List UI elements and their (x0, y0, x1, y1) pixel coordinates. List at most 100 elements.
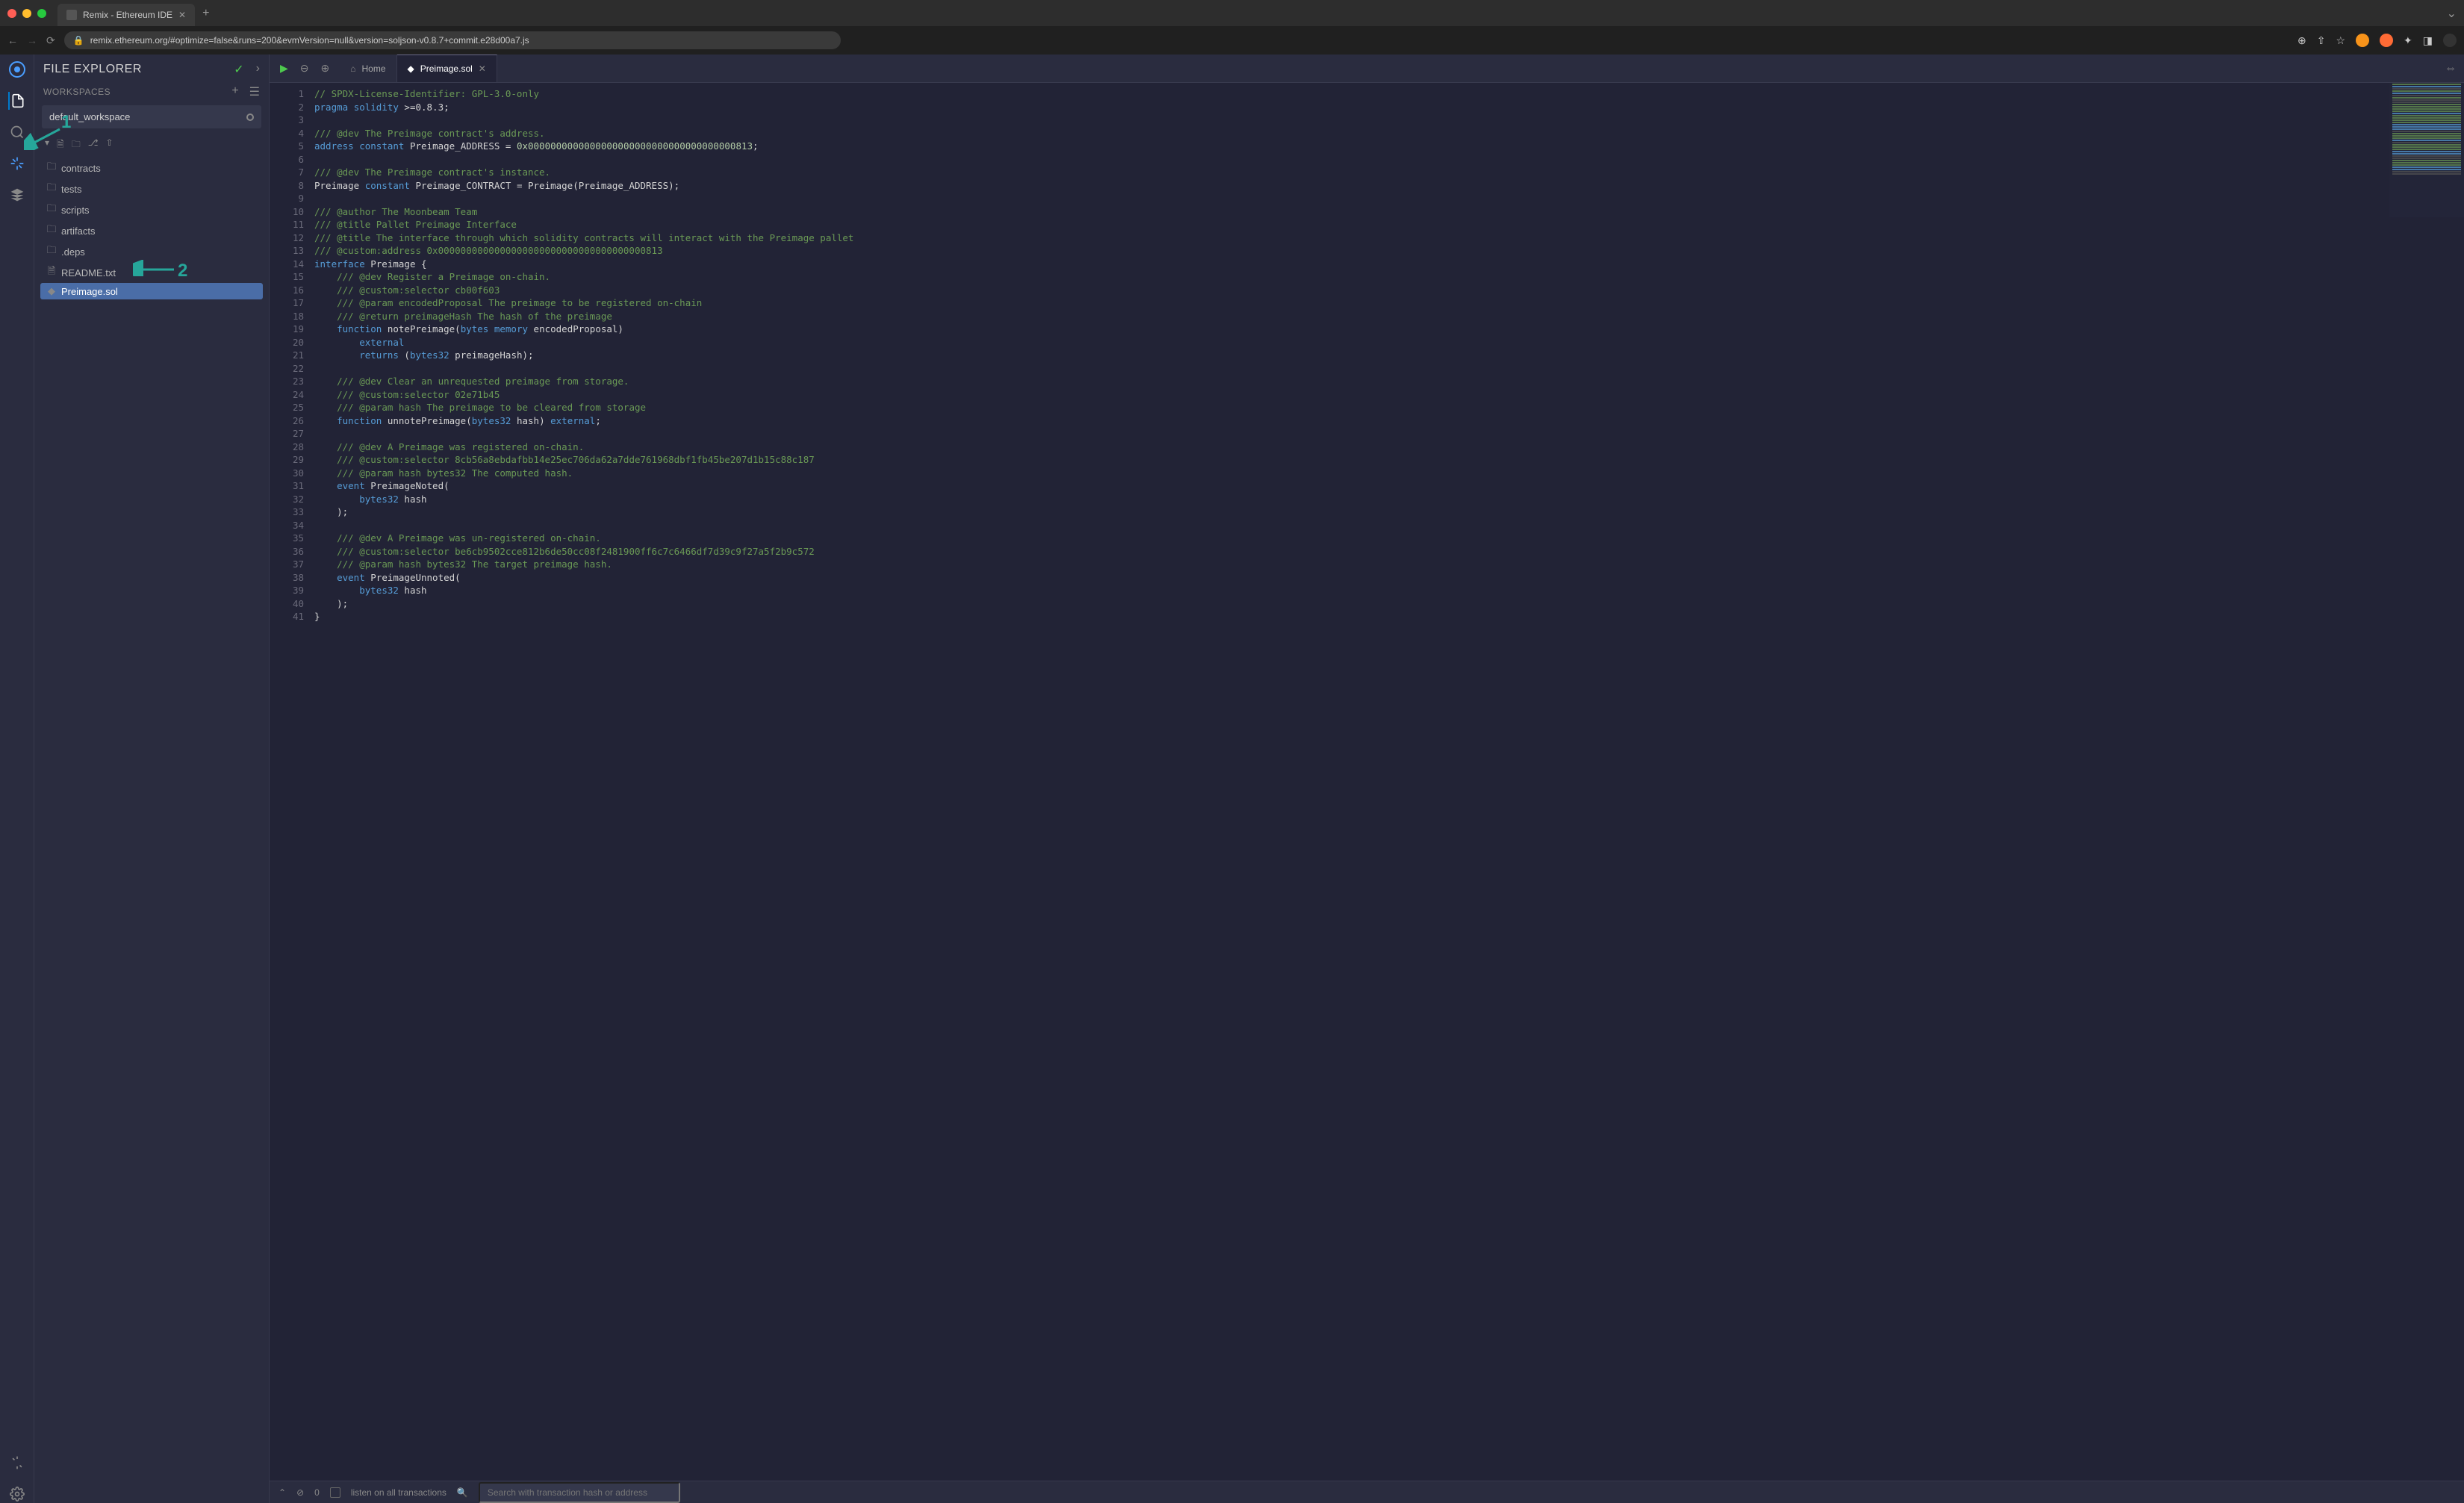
code-line[interactable]: bytes32 hash (314, 493, 2464, 506)
code-line[interactable]: /// @dev The Preimage contract's address… (314, 127, 2464, 140)
code-line[interactable]: /// @dev The Preimage contract's instanc… (314, 166, 2464, 179)
terminal-clear-icon[interactable]: ⊘ (296, 1487, 304, 1498)
editor-tab-Home[interactable]: ⌂Home (340, 55, 396, 82)
extension-icon[interactable] (2380, 34, 2393, 47)
tree-item-README-txt[interactable]: 🗎README.txt (40, 262, 263, 283)
minimap[interactable] (2389, 83, 2464, 217)
bookmark-icon[interactable]: ☆ (2336, 34, 2345, 47)
terminal-search-input[interactable] (479, 1482, 680, 1503)
tree-item--deps[interactable]: 🗀.deps (40, 241, 263, 262)
address-bar[interactable]: 🔒 remix.ethereum.org/#optimize=false&run… (64, 31, 841, 49)
zoom-in-icon[interactable]: ⊕ (321, 62, 330, 75)
close-tab-icon[interactable]: ✕ (479, 63, 486, 74)
code-line[interactable]: /// @dev A Preimage was registered on-ch… (314, 441, 2464, 454)
tree-item-contracts[interactable]: 🗀contracts (40, 158, 263, 178)
file-explorer-icon[interactable] (8, 92, 26, 110)
run-icon[interactable]: ▶ (280, 62, 288, 75)
code-line[interactable]: /// @custom:selector cb00f603 (314, 284, 2464, 297)
browser-tab[interactable]: Remix - Ethereum IDE ✕ (57, 4, 195, 26)
code-line[interactable]: /// @param hash The preimage to be clear… (314, 401, 2464, 414)
deploy-icon[interactable] (8, 186, 26, 204)
remix-logo-icon[interactable] (8, 60, 26, 78)
code-line[interactable] (314, 192, 2464, 205)
zoom-out-icon[interactable]: ⊖ (300, 62, 309, 75)
new-folder-icon[interactable]: 🗀 (72, 137, 81, 153)
expand-icon[interactable]: › (256, 62, 260, 77)
tree-item-Preimage-sol[interactable]: ◆Preimage.sol (40, 283, 263, 299)
close-tab-icon[interactable]: ✕ (178, 10, 186, 20)
code-line[interactable]: function unnotePreimage(bytes32 hash) ex… (314, 414, 2464, 428)
code-content[interactable]: // SPDX-License-Identifier: GPL-3.0-only… (314, 83, 2464, 1481)
code-line[interactable]: returns (bytes32 preimageHash); (314, 349, 2464, 362)
code-line[interactable]: /// @title Pallet Preimage Interface (314, 218, 2464, 231)
code-line[interactable]: /// @title The interface through which s… (314, 231, 2464, 245)
code-line[interactable]: /// @custom:selector 8cb56a8ebdafbb14e25… (314, 453, 2464, 467)
hamburger-icon[interactable]: ☰ (249, 84, 260, 99)
code-line[interactable]: bytes32 hash (314, 584, 2464, 597)
upload-icon[interactable]: ⇧ (106, 137, 113, 153)
editor-tab-Preimage-sol[interactable]: ◆Preimage.sol✕ (397, 55, 497, 82)
code-line[interactable]: external (314, 336, 2464, 349)
tree-item-tests[interactable]: 🗀tests (40, 178, 263, 199)
terminal-search-icon[interactable]: 🔍 (457, 1487, 468, 1498)
code-line[interactable]: /// @dev Clear an unrequested preimage f… (314, 375, 2464, 388)
code-line[interactable] (314, 153, 2464, 167)
code-line[interactable]: function notePreimage(bytes memory encod… (314, 323, 2464, 336)
code-line[interactable]: /// @custom:selector be6cb9502cce812b6de… (314, 545, 2464, 558)
zoom-icon[interactable]: ⊕ (2297, 34, 2306, 47)
code-line[interactable] (314, 113, 2464, 127)
code-line[interactable]: /// @author The Moonbeam Team (314, 205, 2464, 219)
terminal-expand-icon[interactable]: ⌃ (279, 1487, 286, 1498)
code-line[interactable]: /// @param hash bytes32 The target preim… (314, 558, 2464, 571)
minimize-window-button[interactable] (22, 9, 31, 18)
tab-dropdown-icon[interactable]: ⌄ (2447, 6, 2457, 21)
code-line[interactable]: event PreimageUnnoted( (314, 571, 2464, 585)
code-line[interactable]: /// @dev A Preimage was un-registered on… (314, 532, 2464, 545)
code-line[interactable]: Preimage constant Preimage_CONTRACT = Pr… (314, 179, 2464, 193)
collapse-panel-icon[interactable]: ⇔ (2445, 62, 2457, 75)
extensions-icon[interactable]: ✦ (2404, 34, 2412, 47)
maximize-window-button[interactable] (37, 9, 46, 18)
code-line[interactable]: /// @custom:selector 02e71b45 (314, 388, 2464, 402)
compiler-icon[interactable] (8, 155, 26, 172)
search-icon[interactable] (8, 123, 26, 141)
workspace-dropdown[interactable]: default_workspace (42, 105, 261, 128)
code-line[interactable] (314, 362, 2464, 376)
code-line[interactable]: /// @param hash bytes32 The computed has… (314, 467, 2464, 480)
github-icon[interactable]: ⎇ (88, 137, 99, 153)
new-file-icon[interactable]: 🗎 (57, 137, 64, 153)
code-line[interactable]: /// @dev Register a Preimage on-chain. (314, 270, 2464, 284)
new-tab-button[interactable]: + (202, 7, 209, 20)
code-line[interactable] (314, 519, 2464, 532)
compile-status-icon[interactable]: ✓ (234, 62, 243, 77)
share-icon[interactable]: ⇧ (2317, 34, 2326, 47)
profile-icon[interactable] (2443, 34, 2457, 47)
code-line[interactable]: /// @return preimageHash The hash of the… (314, 310, 2464, 323)
tree-item-scripts[interactable]: 🗀scripts (40, 199, 263, 220)
code-line[interactable] (314, 427, 2464, 441)
extension-icon[interactable] (2356, 34, 2369, 47)
code-line[interactable]: } (314, 610, 2464, 623)
forward-button[interactable]: → (27, 34, 37, 46)
listen-checkbox[interactable] (330, 1487, 340, 1498)
code-line[interactable]: /// @param encodedProposal The preimage … (314, 296, 2464, 310)
code-line[interactable]: event PreimageNoted( (314, 479, 2464, 493)
add-workspace-icon[interactable]: + (231, 84, 238, 99)
code-line[interactable]: ); (314, 597, 2464, 611)
editor-body[interactable]: 1234567891011121314151617181920212223242… (270, 83, 2464, 1481)
code-line[interactable]: /// @custom:address 0x000000000000000000… (314, 244, 2464, 258)
code-line[interactable]: // SPDX-License-Identifier: GPL-3.0-only (314, 87, 2464, 101)
solidity-file-icon: ◆ (46, 285, 57, 297)
collapse-tree-icon[interactable]: ▾ (45, 137, 49, 153)
tree-item-artifacts[interactable]: 🗀artifacts (40, 220, 263, 241)
code-line[interactable]: address constant Preimage_ADDRESS = 0x00… (314, 140, 2464, 153)
code-line[interactable]: ); (314, 505, 2464, 519)
settings-icon[interactable] (8, 1485, 26, 1503)
plugin-icon[interactable] (8, 1454, 26, 1472)
panel-icon[interactable]: ◨ (2423, 34, 2433, 47)
code-line[interactable]: interface Preimage { (314, 258, 2464, 271)
reload-button[interactable]: ⟳ (46, 34, 55, 47)
back-button[interactable]: ← (7, 34, 18, 46)
code-line[interactable]: pragma solidity >=0.8.3; (314, 101, 2464, 114)
close-window-button[interactable] (7, 9, 16, 18)
